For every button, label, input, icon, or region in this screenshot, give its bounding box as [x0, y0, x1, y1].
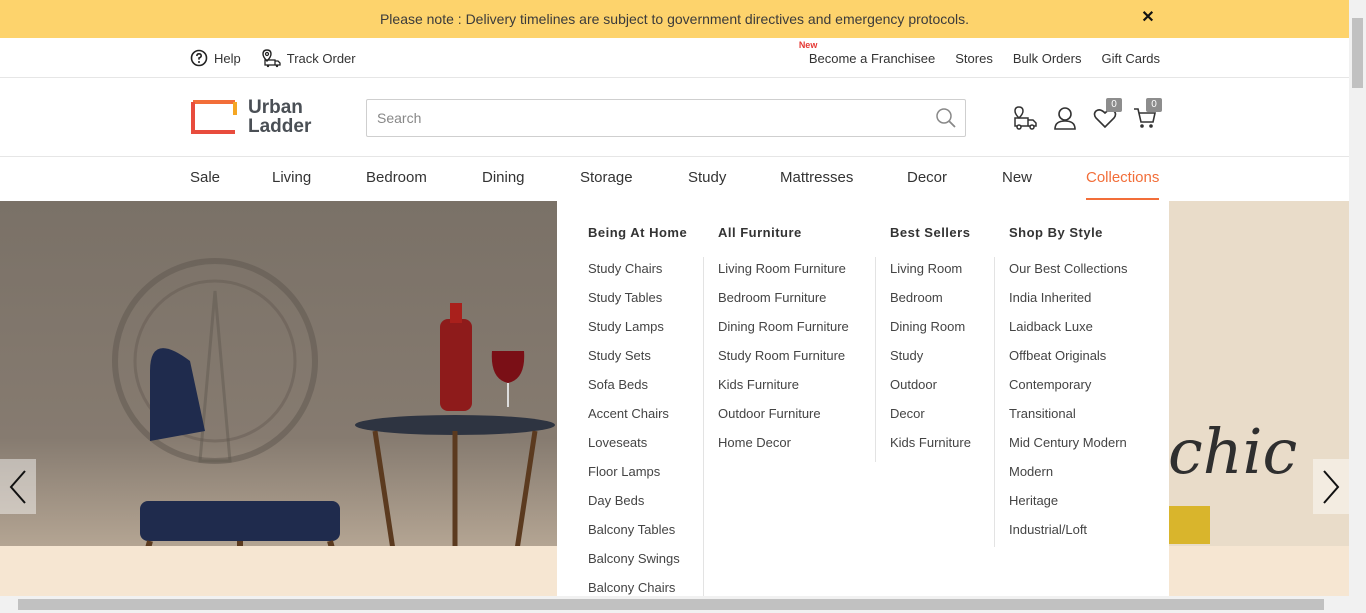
menu-link[interactable]: Loveseats — [588, 436, 687, 465]
nav-storage[interactable]: Storage — [580, 158, 633, 200]
stores-link[interactable]: Stores — [955, 51, 993, 66]
menu-link[interactable]: Dining Room Furniture — [718, 320, 849, 349]
menu-link[interactable]: Study Tables — [588, 291, 687, 320]
help-icon — [190, 49, 208, 67]
vertical-scrollbar-thumb[interactable] — [1352, 18, 1363, 88]
wishlist-heart-icon[interactable]: 0 — [1092, 98, 1122, 131]
menu-link[interactable]: Dining Room — [890, 320, 971, 349]
horizontal-scrollbar-thumb[interactable] — [18, 599, 1324, 610]
menu-link[interactable]: Day Beds — [588, 494, 687, 523]
hero-script-text: chic — [1168, 415, 1298, 488]
menu-link[interactable]: Study Chairs — [588, 262, 687, 291]
menu-link[interactable]: Living Room Furniture — [718, 262, 849, 291]
new-badge: New — [798, 39, 818, 50]
menu-link[interactable]: Kids Furniture — [718, 378, 849, 407]
logo-mark-icon — [191, 100, 237, 134]
menu-link[interactable]: Laidback Luxe — [1009, 320, 1128, 349]
menu-link[interactable]: Industrial/Loft — [1009, 523, 1128, 552]
logo[interactable]: Urban Ladder — [190, 98, 311, 136]
bulk-orders-link[interactable]: Bulk Orders — [1013, 51, 1082, 66]
menu-divider — [875, 257, 876, 462]
franchise-link[interactable]: New Become a Franchisee — [799, 40, 936, 66]
menu-link[interactable]: Mid Century Modern — [1009, 436, 1128, 465]
close-icon[interactable]: ✕ — [1140, 9, 1156, 27]
menu-link[interactable]: Study Room Furniture — [718, 349, 849, 378]
help-label: Help — [214, 50, 241, 66]
menu-link[interactable]: Modern — [1009, 465, 1128, 494]
menu-divider — [994, 257, 995, 547]
franchise-label: Become a Franchisee — [808, 50, 936, 66]
menu-link[interactable]: Outdoor — [890, 378, 971, 407]
search-icon[interactable] — [935, 107, 957, 129]
notice-bar: Please note : Delivery timelines are sub… — [0, 0, 1349, 38]
menu-column-being-at-home: Being At Home Study Chairs Study Tables … — [588, 225, 687, 610]
nav-new[interactable]: New — [1002, 158, 1032, 200]
chevron-right-icon — [1323, 469, 1340, 504]
menu-link[interactable]: Study — [890, 349, 971, 378]
main-header: Urban Ladder Search 0 0 — [0, 79, 1349, 157]
wishlist-count-badge: 0 — [1106, 98, 1122, 112]
menu-link[interactable]: Bedroom — [890, 291, 971, 320]
menu-link[interactable]: Balcony Swings — [588, 552, 687, 581]
menu-link[interactable]: Heritage — [1009, 494, 1128, 523]
notice-text: Please note : Delivery timelines are sub… — [379, 11, 970, 27]
menu-column-title: Shop By Style — [1009, 225, 1103, 240]
track-order-icon — [262, 49, 281, 68]
utility-bar: Help Track Order New Become a Franchisee… — [0, 38, 1349, 78]
hero-illustration — [112, 258, 555, 596]
nav-study[interactable]: Study — [688, 158, 726, 200]
menu-link[interactable]: Home Decor — [718, 436, 849, 465]
track-order-link[interactable]: Track Order — [261, 48, 356, 68]
menu-link[interactable]: Study Lamps — [588, 320, 687, 349]
menu-link[interactable]: Floor Lamps — [588, 465, 687, 494]
nav-bedroom[interactable]: Bedroom — [366, 158, 427, 200]
search-box — [366, 99, 966, 137]
gift-cards-link[interactable]: Gift Cards — [1101, 51, 1160, 66]
menu-link[interactable]: Our Best Collections — [1009, 262, 1128, 291]
menu-link[interactable]: Study Sets — [588, 349, 687, 378]
menu-link[interactable]: Offbeat Originals — [1009, 349, 1128, 378]
nav-dining[interactable]: Dining — [482, 158, 525, 200]
cart-icon[interactable]: 0 — [1132, 98, 1162, 131]
menu-link[interactable]: India Inherited — [1009, 291, 1128, 320]
menu-column-all-furniture: All Furniture Living Room Furniture Bedr… — [718, 225, 849, 465]
menu-column-title: All Furniture — [718, 225, 802, 240]
nav-mattresses[interactable]: Mattresses — [780, 158, 853, 200]
nav-sale[interactable]: Sale — [190, 158, 220, 200]
nav-living[interactable]: Living — [272, 158, 311, 200]
nav-decor[interactable]: Decor — [907, 158, 947, 200]
menu-column-shop-by-style: Shop By Style Our Best Collections India… — [1009, 225, 1128, 552]
menu-link[interactable]: Balcony Tables — [588, 523, 687, 552]
menu-link[interactable]: Contemporary — [1009, 378, 1128, 407]
logo-text-line1: Urban — [248, 97, 303, 118]
menu-link[interactable]: Living Room — [890, 262, 971, 291]
vertical-scrollbar[interactable] — [1349, 0, 1366, 596]
menu-column-title: Best Sellers — [890, 225, 971, 240]
cart-count-badge: 0 — [1146, 98, 1162, 112]
delivery-truck-icon[interactable] — [1012, 105, 1038, 131]
user-account-icon[interactable] — [1052, 105, 1078, 131]
menu-column-title: Being At Home — [588, 225, 688, 240]
menu-link[interactable]: Bedroom Furniture — [718, 291, 849, 320]
carousel-prev-button[interactable] — [0, 459, 36, 514]
horizontal-scrollbar[interactable] — [0, 596, 1366, 613]
logo-text-line2: Ladder — [248, 116, 312, 137]
carousel-next-button[interactable] — [1313, 459, 1349, 514]
menu-link[interactable]: Outdoor Furniture — [718, 407, 849, 436]
search-input[interactable] — [367, 100, 927, 136]
nav-collections[interactable]: Collections — [1086, 158, 1160, 200]
menu-link[interactable]: Sofa Beds — [588, 378, 687, 407]
menu-divider — [703, 257, 704, 596]
track-order-label: Track Order — [286, 50, 356, 66]
menu-link[interactable]: Transitional — [1009, 407, 1128, 436]
help-link[interactable]: Help — [190, 49, 241, 67]
main-nav: Sale Living Bedroom Dining Storage Study… — [0, 158, 1349, 200]
menu-link[interactable]: Accent Chairs — [588, 407, 687, 436]
collections-mega-menu: Being At Home Study Chairs Study Tables … — [557, 201, 1169, 596]
menu-column-best-sellers: Best Sellers Living Room Bedroom Dining … — [890, 225, 971, 465]
menu-link[interactable]: Kids Furniture — [890, 436, 971, 465]
chevron-left-icon — [9, 469, 26, 504]
menu-link[interactable]: Decor — [890, 407, 971, 436]
